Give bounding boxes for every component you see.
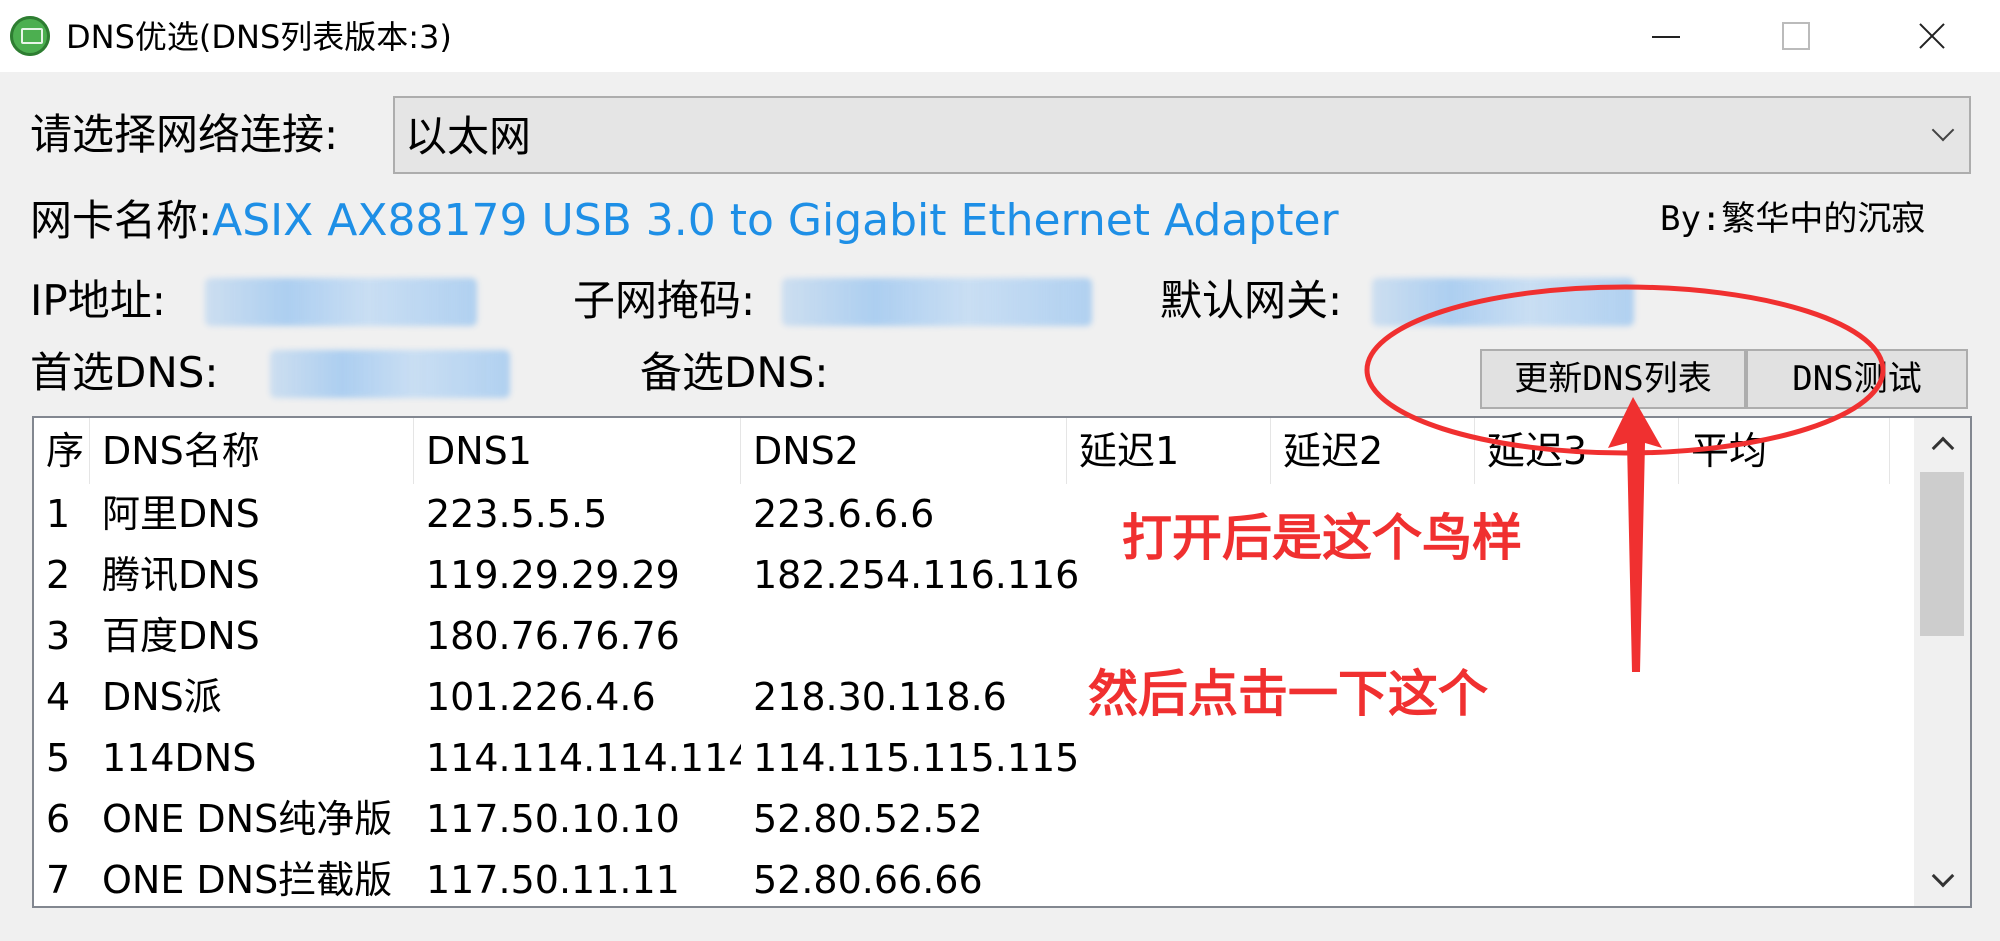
table-row[interactable]: 3 百度DNS 180.76.76.76: [34, 606, 1890, 667]
subnet-value-redacted: [782, 278, 1092, 326]
close-button[interactable]: [1865, 0, 1995, 72]
ip-label: IP地址:: [30, 276, 166, 325]
maximize-button[interactable]: [1730, 0, 1860, 72]
table-cell: 4: [46, 675, 71, 719]
chevron-down-icon: [1931, 118, 1955, 142]
column-header[interactable]: DNS名称: [90, 418, 414, 484]
vertical-scrollbar[interactable]: [1914, 418, 1970, 906]
table-cell: 52.80.52.52: [753, 797, 983, 841]
table-cell: [741, 606, 1087, 667]
table-cell: 3: [46, 614, 71, 658]
title-bar: DNS优选(DNS列表版本:3): [0, 0, 2000, 72]
scroll-up-arrow-icon[interactable]: [1914, 418, 1970, 468]
window-title: DNS优选(DNS列表版本:3): [66, 18, 452, 56]
column-header[interactable]: 延迟1: [1067, 418, 1271, 484]
adapter-row: 网卡名称:ASIX AX88179 USB 3.0 to Gigabit Eth…: [30, 196, 1339, 246]
table-cell: 百度DNS: [102, 614, 260, 658]
table-header: 序 DNS名称 DNS1 DNS2 延迟1 延迟2 延迟3 平均: [34, 418, 1890, 484]
column-header[interactable]: 延迟3: [1475, 418, 1679, 484]
table-cell: 114.115.115.115: [753, 736, 1080, 780]
table-cell: 218.30.118.6: [753, 675, 1007, 719]
column-header[interactable]: 平均: [1679, 418, 1890, 484]
author-credit: By:繁华中的沉寂: [1660, 199, 1926, 239]
primary-dns-value-redacted: [270, 350, 510, 398]
table-cell: 1: [46, 492, 71, 536]
minimize-button[interactable]: [1600, 0, 1730, 72]
table-cell: 52.80.66.66: [753, 858, 983, 902]
connection-select-value: 以太网: [405, 112, 532, 161]
update-dns-list-button[interactable]: 更新DNS列表: [1480, 349, 1746, 409]
table-row[interactable]: 1 阿里DNS 223.5.5.5 223.6.6.6: [34, 484, 1890, 545]
table-cell: 5: [46, 736, 71, 780]
table-cell: 7: [46, 858, 71, 902]
table-cell: 114.114.114.114: [426, 736, 741, 780]
table-cell: 117.50.10.10: [426, 797, 680, 841]
table-cell: 2: [46, 553, 71, 597]
subnet-label: 子网掩码:: [573, 276, 756, 325]
table-cell: ONE DNS纯净版: [102, 797, 393, 841]
annotation-note-2: 然后点击一下这个: [1088, 665, 1488, 723]
dns-list-table[interactable]: 序 DNS名称 DNS1 DNS2 延迟1 延迟2 延迟3 平均 1 阿里DNS 223.5.5.…: [32, 416, 1972, 908]
scroll-thumb[interactable]: [1920, 472, 1964, 636]
column-header[interactable]: 序: [34, 418, 90, 484]
table-row[interactable]: 2 腾讯DNS 119.29.29.29 182.254.116.116: [34, 545, 1890, 606]
table-row[interactable]: 7 ONE DNS拦截版 117.50.11.11 52.80.66.66: [34, 850, 1890, 906]
column-header[interactable]: DNS1: [414, 418, 741, 484]
secondary-dns-label: 备选DNS:: [640, 348, 829, 397]
ip-value-redacted: [205, 278, 477, 326]
scroll-down-arrow-icon[interactable]: [1914, 856, 1970, 906]
table-cell: 6: [46, 797, 71, 841]
table-cell: 223.5.5.5: [426, 492, 608, 536]
column-header[interactable]: 延迟2: [1271, 418, 1475, 484]
gateway-value-redacted: [1372, 278, 1634, 326]
dns-test-button[interactable]: DNS测试: [1746, 349, 1968, 409]
table-row[interactable]: 5 114DNS 114.114.114.114 114.115.115.115: [34, 728, 1890, 789]
table-cell: 101.226.4.6: [426, 675, 656, 719]
adapter-label: 网卡名称:: [30, 196, 213, 245]
table-cell: 腾讯DNS: [102, 553, 260, 597]
column-header[interactable]: DNS2: [741, 418, 1067, 484]
table-cell: 114DNS: [102, 736, 257, 780]
table-row[interactable]: 4 DNS派 101.226.4.6 218.30.118.6: [34, 667, 1890, 728]
table-cell: ONE DNS拦截版: [102, 858, 393, 902]
table-cell: 119.29.29.29: [426, 553, 680, 597]
primary-dns-label: 首选DNS:: [30, 348, 219, 397]
annotation-note-1: 打开后是这个鸟样: [1122, 509, 1522, 567]
gateway-label: 默认网关:: [1160, 276, 1343, 325]
table-row[interactable]: 6 ONE DNS纯净版 117.50.10.10 52.80.52.52: [34, 789, 1890, 850]
table-cell: 180.76.76.76: [426, 614, 680, 658]
adapter-name: ASIX AX88179 USB 3.0 to Gigabit Ethernet…: [212, 195, 1339, 246]
table-cell: 223.6.6.6: [753, 492, 935, 536]
app-icon: [10, 16, 50, 56]
connection-label: 请选择网络连接:: [30, 110, 339, 159]
table-cell: DNS派: [102, 675, 222, 719]
table-cell: 117.50.11.11: [426, 858, 680, 902]
connection-select[interactable]: 以太网: [393, 96, 1971, 174]
table-cell: 182.254.116.116: [753, 553, 1080, 597]
table-cell: 阿里DNS: [102, 492, 260, 536]
